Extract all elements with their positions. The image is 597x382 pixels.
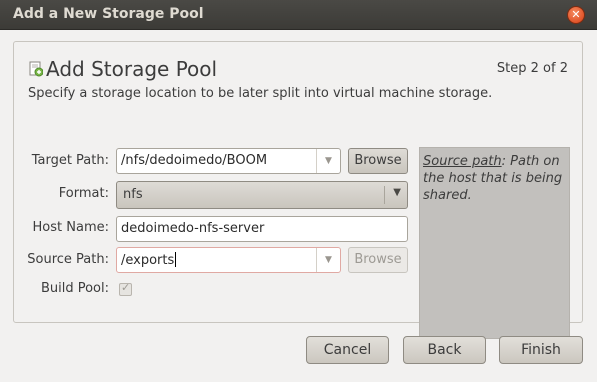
format-dropdown-icon: ▼ — [393, 187, 401, 198]
host-name-value: dedoimedo-nfs-server — [121, 221, 265, 236]
help-panel: Source path: Path on the host that is be… — [419, 147, 570, 339]
check-icon: ✓ — [121, 281, 131, 294]
target-path-dropdown-icon[interactable]: ▼ — [316, 149, 340, 173]
source-path-value: /exports — [121, 252, 177, 268]
format-label: Format: — [58, 186, 109, 201]
finish-button[interactable]: Finish — [499, 336, 583, 364]
source-path-combo[interactable]: /exports ▼ — [116, 247, 341, 273]
build-pool-checkbox[interactable]: ✓ — [119, 281, 132, 296]
cancel-button[interactable]: Cancel — [306, 336, 389, 364]
text-caret — [175, 252, 177, 267]
dialog-body: Add Storage Pool Step 2 of 2 Specify a s… — [0, 30, 597, 382]
host-name-label: Host Name: — [32, 220, 109, 235]
back-button[interactable]: Back — [403, 336, 486, 364]
target-path-browse-button[interactable]: Browse — [348, 148, 408, 174]
format-separator — [384, 186, 385, 204]
format-select[interactable]: nfs ▼ — [116, 181, 408, 209]
storage-pool-icon — [29, 61, 43, 77]
close-icon: ✕ — [571, 8, 581, 21]
source-path-dropdown-icon[interactable]: ▼ — [316, 248, 340, 272]
help-term: Source path — [423, 154, 502, 169]
title-bar: Add a New Storage Pool ✕ — [0, 0, 597, 30]
host-name-input[interactable]: dedoimedo-nfs-server — [116, 216, 408, 242]
format-value: nfs — [123, 187, 143, 202]
close-button[interactable]: ✕ — [567, 6, 585, 24]
wizard-panel: Add Storage Pool Step 2 of 2 Specify a s… — [13, 41, 583, 339]
target-path-label: Target Path: — [31, 153, 109, 168]
source-path-browse-button[interactable]: Browse — [348, 247, 408, 273]
window-title: Add a New Storage Pool — [13, 6, 204, 22]
target-path-combo[interactable]: /nfs/dedoimedo/BOOM ▼ — [116, 148, 341, 174]
help-text: Source path: Path on the host that is be… — [423, 153, 569, 204]
page-title: Add Storage Pool — [46, 57, 218, 81]
source-path-label: Source Path: — [27, 252, 109, 267]
build-pool-label: Build Pool: — [40, 281, 109, 296]
step-indicator: Step 2 of 2 — [496, 61, 568, 76]
target-path-value: /nfs/dedoimedo/BOOM — [121, 153, 268, 168]
page-subtitle: Specify a storage location to be later s… — [28, 86, 493, 101]
